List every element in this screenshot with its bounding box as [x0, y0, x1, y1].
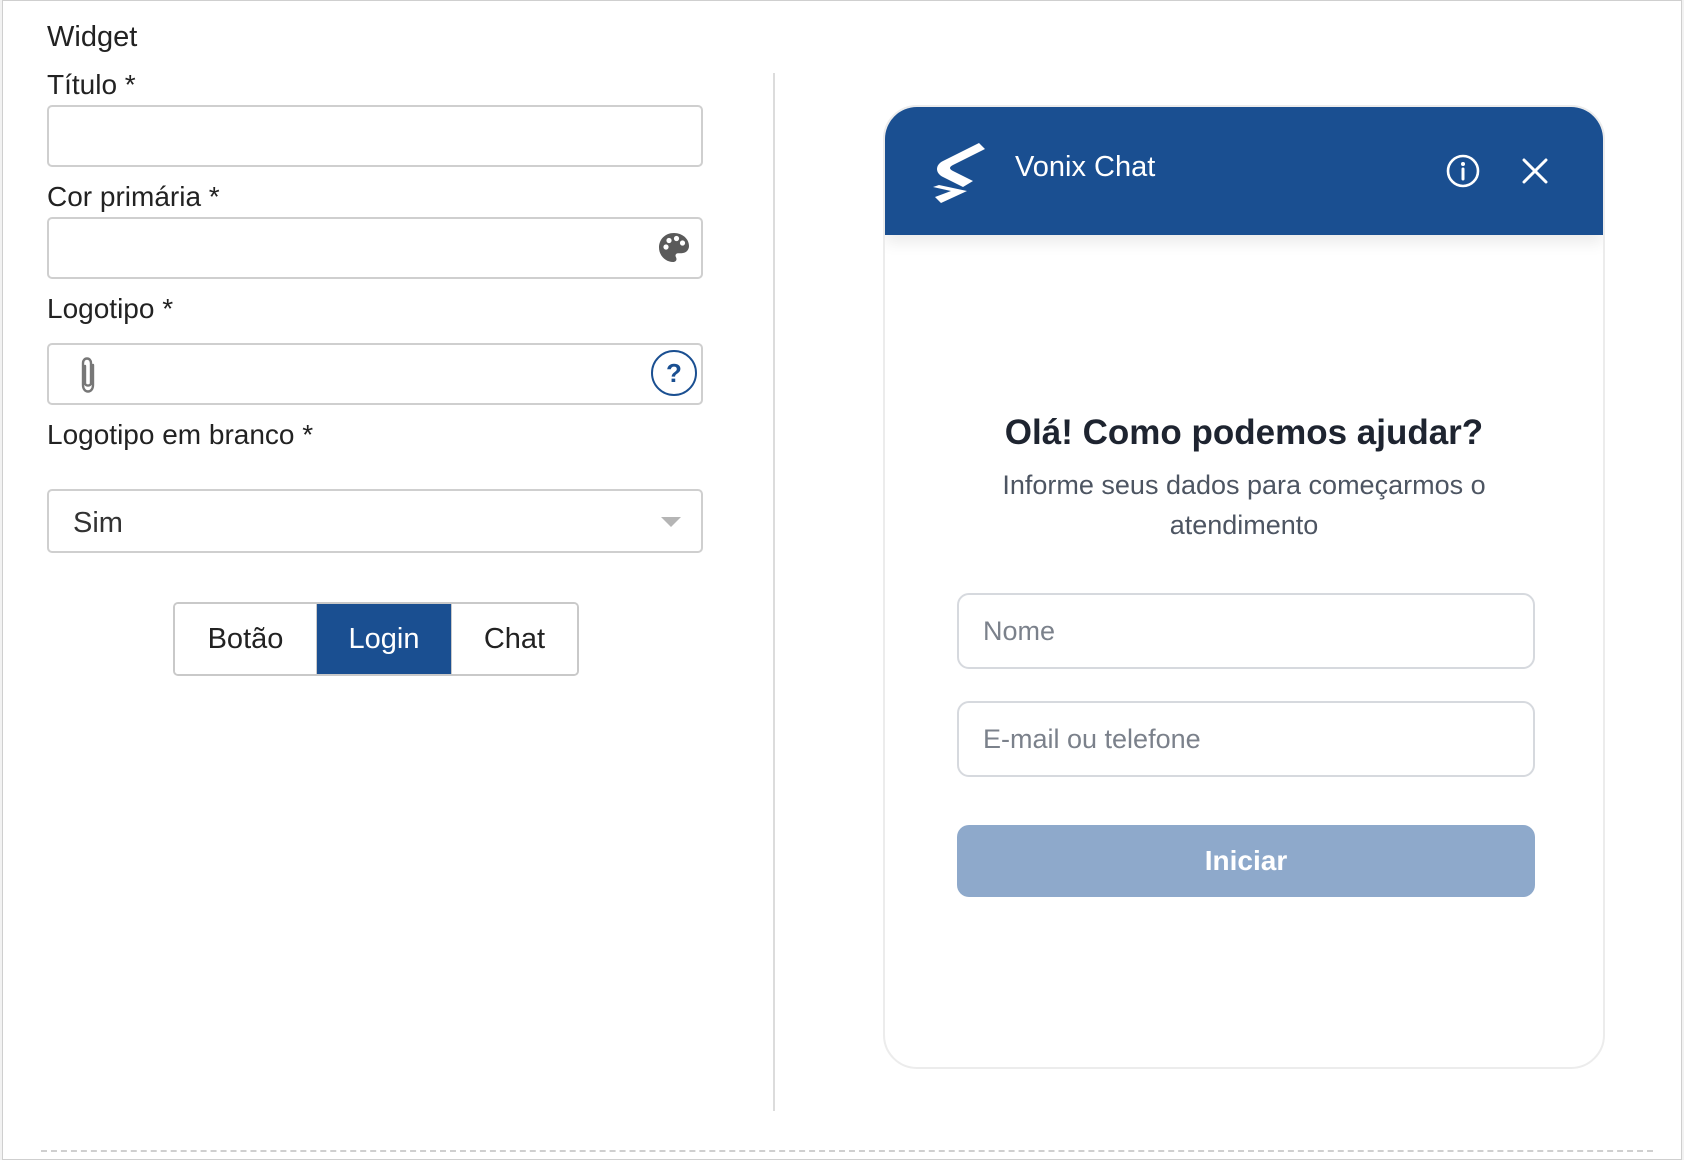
paperclip-icon[interactable] — [73, 355, 103, 395]
email-or-phone-input[interactable] — [957, 701, 1535, 777]
tab-botao[interactable]: Botão — [175, 604, 317, 674]
vonix-logo — [933, 143, 985, 203]
info-circle-icon[interactable] — [1445, 153, 1481, 189]
white-logo-selected-value: Sim — [73, 507, 123, 539]
logo-field: ? — [47, 343, 703, 405]
caret-down-icon — [661, 517, 681, 527]
chat-header: Vonix Chat — [885, 107, 1603, 235]
title-input[interactable] — [47, 105, 703, 167]
primary-color-field — [47, 217, 703, 279]
title-label: Título * — [47, 69, 136, 100]
primary-color-input[interactable] — [47, 217, 703, 279]
chat-widget-preview: Vonix Chat Olá! Como podemos ajudar? Inf… — [883, 105, 1605, 1069]
column-divider — [773, 73, 775, 1111]
preview-mode-tabs: Botão Login Chat — [173, 602, 579, 676]
chat-title: Vonix Chat — [1015, 151, 1156, 183]
section-title: Widget — [47, 21, 138, 53]
white-logo-select[interactable]: Sim — [47, 489, 703, 553]
tab-chat[interactable]: Chat — [451, 604, 577, 674]
tab-login[interactable]: Login — [317, 604, 451, 674]
question-circle-icon[interactable]: ? — [651, 350, 697, 396]
start-button[interactable]: Iniciar — [957, 825, 1535, 897]
logo-label: Logotipo * — [47, 293, 174, 324]
welcome-title: Olá! Como podemos ajudar? — [1004, 413, 1484, 452]
widget-settings-panel: Widget Título * Cor primária * Logotipo … — [2, 0, 1682, 1160]
close-icon[interactable] — [1519, 155, 1551, 187]
logo-input[interactable] — [47, 343, 703, 405]
white-logo-label: Logotipo em branco * — [47, 419, 314, 450]
name-input[interactable] — [957, 593, 1535, 669]
welcome-subtitle: Informe seus dados para começarmos o ate… — [1002, 470, 1486, 540]
palette-icon[interactable] — [657, 231, 691, 265]
primary-color-label: Cor primária * — [47, 181, 220, 212]
